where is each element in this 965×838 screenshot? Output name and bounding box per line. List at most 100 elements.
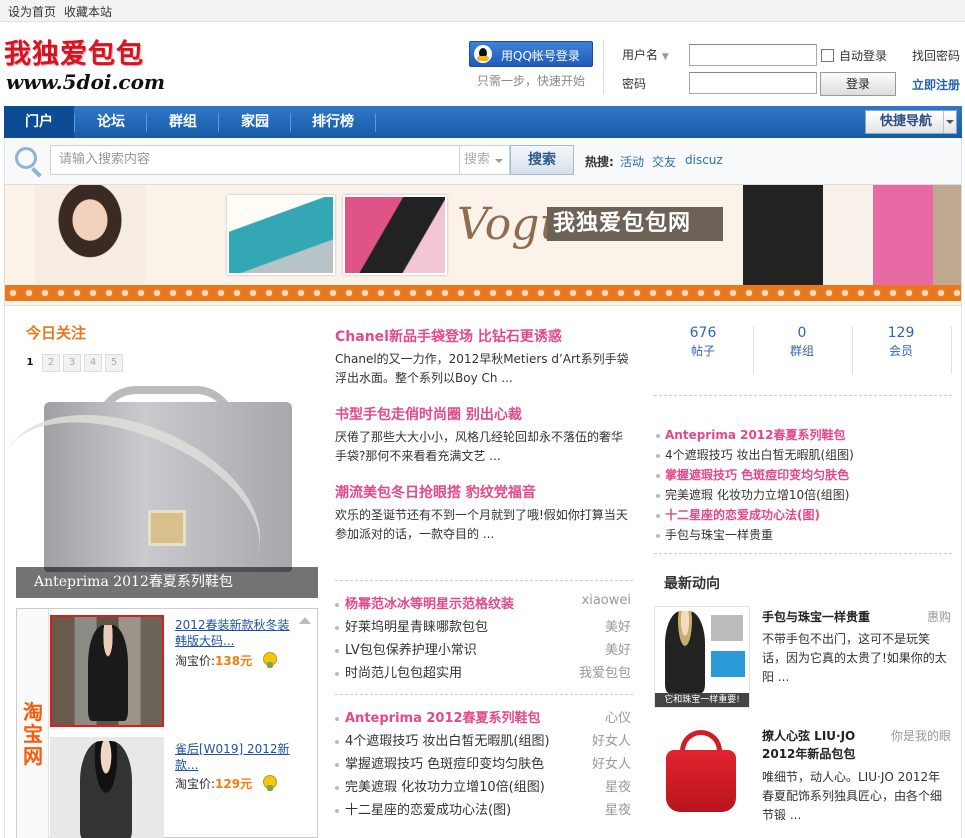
- search-bar: 请输入搜索内容 搜索 搜索 热搜: 活动 交友 discuz: [4, 138, 962, 184]
- nav-separator: [218, 113, 219, 132]
- list-item[interactable]: 杨幂范冰冰等明星示范格纹装 xiaowei: [335, 593, 633, 612]
- nav-separator: [375, 113, 376, 132]
- latest-news-image[interactable]: [654, 726, 750, 826]
- logo-text-cn: 我独爱包包: [4, 39, 144, 70]
- login-button[interactable]: 登录: [820, 72, 896, 96]
- quick-nav-button[interactable]: 快捷导航: [865, 110, 957, 134]
- taobao-product-title[interactable]: 2012春装新款秋冬装韩版大码...: [175, 617, 295, 649]
- chevron-down-icon: [946, 120, 954, 124]
- list-item-title: 十二星座的恋爱成功心法(图): [345, 803, 512, 818]
- username-label[interactable]: 用户名 ▼: [622, 46, 669, 63]
- list-item[interactable]: 十二星座的恋爱成功心法(图) 星夜: [335, 799, 633, 818]
- list-item[interactable]: 掌握遮瑕技巧 色斑痘印变均匀肤色 好女人: [335, 753, 633, 772]
- list-item[interactable]: 完美遮瑕 化妆功力立增10倍(组图) 星夜: [335, 776, 633, 795]
- price-label: 淘宝价:: [175, 654, 216, 668]
- latest-news-item-desc: 唯细节，动人心。LIU·JO 2012年春夏配饰系列独具匠心，由各个细节锻 ..…: [762, 770, 943, 822]
- taobao-product-image[interactable]: [50, 737, 164, 838]
- search-type-select[interactable]: 搜索: [460, 145, 510, 175]
- slide-page-4[interactable]: 4: [84, 354, 102, 372]
- divider: [603, 40, 604, 94]
- password-label: 密码: [622, 77, 647, 91]
- set-homepage-link[interactable]: 设为首页: [8, 3, 56, 20]
- taobao-product-title[interactable]: 雀后[W019] 2012新款...: [175, 741, 295, 773]
- stat-label: 会员: [888, 344, 913, 358]
- slide-page-2[interactable]: 2: [42, 354, 60, 372]
- latest-news-image[interactable]: 它和珠宝一样重要!: [654, 606, 750, 708]
- latest-news-item-author[interactable]: 你是我的眼: [891, 727, 951, 744]
- qq-login-subtitle: 只需一步，快速开始: [477, 74, 586, 88]
- slide-page-1[interactable]: 1: [21, 354, 39, 372]
- taobao-sidebar: 淘宝网: [17, 609, 49, 838]
- nav-item-ranking[interactable]: 排行榜: [292, 106, 374, 138]
- latest-news-item-title[interactable]: 手包与珠宝一样贵重: [762, 608, 870, 625]
- featured-slide-caption[interactable]: Anteprima 2012春夏系列鞋包: [16, 567, 318, 598]
- search-input[interactable]: 请输入搜索内容: [50, 145, 460, 175]
- hot-search-link[interactable]: discuz: [685, 153, 723, 167]
- headline-desc: 欢乐的圣诞节还有不到一个月就到了哦!假如你打算当天参加派对的话，一款夺目的 ..…: [335, 508, 628, 541]
- stat-groups[interactable]: 0 群组: [753, 324, 851, 360]
- search-button[interactable]: 搜索: [510, 145, 574, 175]
- right-list-item[interactable]: 十二星座的恋爱成功心法(图): [656, 506, 952, 523]
- featured-slide-image[interactable]: [0, 380, 318, 630]
- slide-page-5[interactable]: 5: [105, 354, 123, 372]
- stat-members[interactable]: 129 会员: [852, 324, 950, 360]
- headline-desc: Chanel的又一力作，2012早秋Metiers d’Art系列手袋浮出水面。…: [335, 352, 629, 385]
- list-item[interactable]: 4个遮瑕技巧 妆出白皙无暇肌(组图) 好女人: [335, 730, 633, 749]
- taobao-product-image[interactable]: [50, 615, 164, 727]
- right-list-item[interactable]: Anteprima 2012春夏系列鞋包: [656, 426, 952, 443]
- wangwang-chat-icon[interactable]: [263, 775, 277, 791]
- stat-label: 群组: [789, 344, 814, 358]
- headline-title[interactable]: Chanel新品手袋登场 比钻石更诱惑: [335, 326, 562, 346]
- site-logo[interactable]: 我独爱包包 www.5doi.com: [4, 32, 166, 98]
- logo-url: www.5doi.com: [6, 70, 166, 94]
- latest-news-item-author[interactable]: 惠购: [927, 608, 951, 625]
- right-list-item[interactable]: 完美遮瑕 化妆功力立增10倍(组图): [656, 486, 952, 503]
- taobao-price-row: 淘宝价:129元: [175, 775, 252, 792]
- slide-page-3[interactable]: 3: [63, 354, 81, 372]
- right-list-item[interactable]: 4个遮瑕技巧 妆出白皙无暇肌(组图): [656, 446, 952, 463]
- site-stats: 676 帖子 0 群组 129 会员: [654, 324, 952, 376]
- latest-news-item-title[interactable]: 撩人心弦 LIU·JO 2012年新品包包: [762, 727, 886, 763]
- chevron-up-icon[interactable]: [299, 617, 311, 624]
- latest-news-item-desc: 不带手包不出门，这可不是玩笑话，因为它真的太贵了!如果你的太阳 ...: [762, 632, 947, 684]
- clutch-image: [711, 651, 745, 677]
- nav-item-portal[interactable]: 门户: [4, 106, 74, 138]
- register-link[interactable]: 立即注册: [912, 76, 960, 93]
- nav-item-home[interactable]: 家园: [220, 106, 290, 138]
- nav-separator: [290, 113, 291, 132]
- taobao-widget: 淘宝网 2012春装新款秋冬装韩版大码... 淘宝价:138元 雀后[W019]…: [16, 608, 318, 838]
- taobao-price-row: 淘宝价:138元: [175, 652, 252, 669]
- headline-desc: 厌倦了那些大大小小，风格几经轮回却永不落伍的奢华手袋?那何不来看看充满文艺 ..…: [335, 430, 624, 463]
- frame-line: [4, 306, 5, 838]
- username-input[interactable]: [689, 44, 817, 66]
- headline-title[interactable]: 书型手包走俏时尚圈 别出心裁: [335, 404, 522, 424]
- list-item[interactable]: 好莱坞明星青睐哪款包包 美好: [335, 616, 633, 635]
- list-item[interactable]: LV包包保养护理小常识 美好: [335, 639, 633, 658]
- find-password-link[interactable]: 找回密码: [912, 47, 960, 64]
- today-focus-title: 今日关注: [26, 324, 87, 342]
- price-value: 129元: [215, 777, 253, 791]
- taobao-logo: 淘宝网: [23, 700, 43, 768]
- headline-title[interactable]: 潮流美包冬日抢眼搭 豹纹党福音: [335, 482, 536, 502]
- list-item-title: 掌握遮瑕技巧 色斑痘印变均匀肤色: [345, 757, 545, 772]
- right-list-item[interactable]: 手包与珠宝一样贵重: [656, 526, 952, 543]
- stat-posts[interactable]: 676 帖子: [654, 324, 752, 360]
- qq-login-button[interactable]: 用QQ帐号登录: [469, 41, 593, 67]
- top-bar: 设为首页 收藏本站: [0, 0, 965, 22]
- right-list-item[interactable]: 掌握遮瑕技巧 色斑痘印变均匀肤色: [656, 466, 952, 483]
- hot-search-link[interactable]: 活动: [620, 153, 644, 170]
- stat-number: 0: [797, 325, 807, 341]
- list-item[interactable]: Anteprima 2012春夏系列鞋包 心仪: [335, 707, 633, 726]
- divider: [943, 111, 944, 133]
- nav-item-forum[interactable]: 论坛: [76, 106, 146, 138]
- auto-login-checkbox[interactable]: [821, 49, 834, 62]
- password-input[interactable]: [689, 72, 817, 94]
- hot-search-link[interactable]: 交友: [652, 153, 676, 170]
- site-banner[interactable]: Vogue 我独爱包包网: [4, 184, 962, 306]
- auto-login-label: 自动登录: [839, 49, 888, 63]
- bookmark-link[interactable]: 收藏本站: [64, 3, 112, 20]
- dashed-divider: [335, 580, 633, 581]
- nav-item-group[interactable]: 群组: [148, 106, 218, 138]
- list-item[interactable]: 时尚范儿包包超实用 我爱包包: [335, 662, 633, 681]
- wangwang-chat-icon[interactable]: [263, 652, 277, 668]
